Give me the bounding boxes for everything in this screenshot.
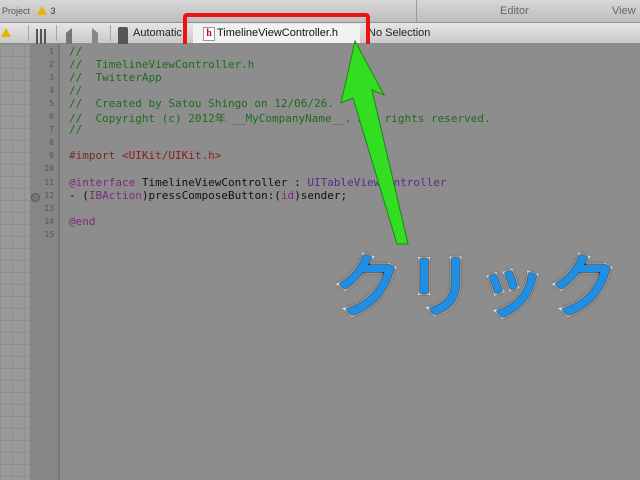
click-callout: クリック bbox=[332, 248, 623, 330]
